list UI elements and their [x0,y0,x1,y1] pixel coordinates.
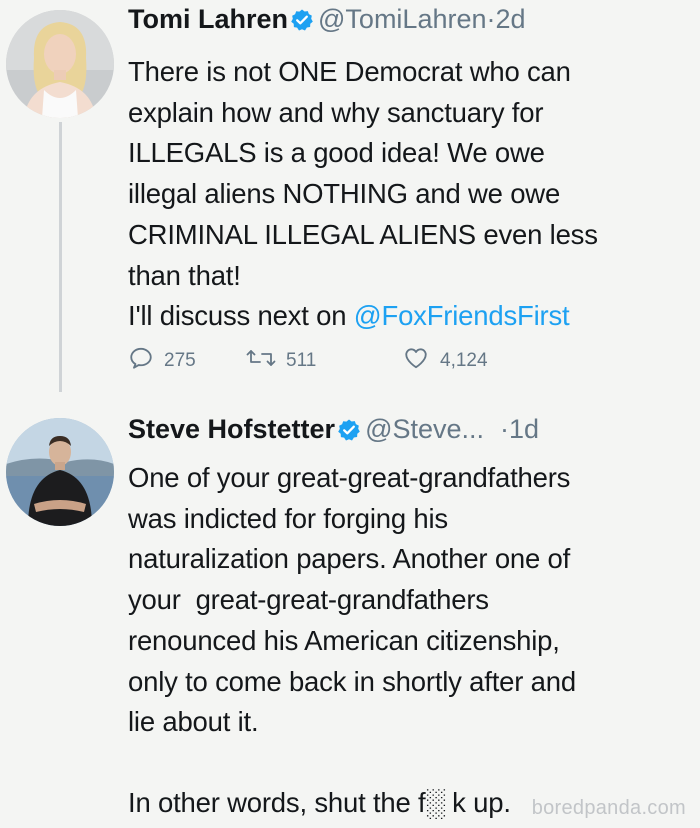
reply-count: 275 [164,350,196,371]
like-count: 4,124 [440,350,488,371]
thread-connector-line [59,122,62,392]
text-line: illegal aliens NOTHING and we owe [128,178,561,210]
time-separator: · [500,414,510,444]
text-line: was indicted for forging his [128,502,448,534]
tweet-1[interactable]: Tomi Lahren @TomiLahren·2d There is not O… [128,2,688,337]
tomi-lahren-avatar[interactable] [6,10,114,118]
tweet-timestamp[interactable]: 1d [509,414,539,444]
text-line: CRIMINAL ILLEGAL ALIENS even less [128,218,598,250]
like-icon [402,345,440,377]
retweet-button[interactable]: 511 [246,345,402,377]
tweet-1-actions: 275 511 4,124 [128,344,488,378]
text-line: naturalization papers. Another one of [128,543,571,575]
time-separator: · [486,4,496,34]
tweet-timestamp[interactable]: 2d [496,4,526,34]
mention-link[interactable]: @FoxFriendsFirst [354,300,570,331]
text-line: than that! [128,259,241,291]
author-handle[interactable]: @TomiLahren [318,4,487,34]
reply-icon [128,345,164,377]
text-line-with-mention: I'll discuss next on @FoxFriendsFirst [128,296,688,337]
retweet-icon [246,345,286,377]
reply-thread: Tomi Lahren @TomiLahren·2d There is not O… [0,0,700,828]
text-line: ILLEGALS is a good idea! We owe [128,137,545,169]
tweet-2-header: Steve Hofstetter @Steve... ·1d [128,412,688,450]
text-line-prefix: I'll discuss next on [128,300,354,332]
steve-hofstetter-avatar[interactable] [6,418,114,526]
text-line: lie about it. [128,706,259,738]
author-name[interactable]: Tomi Lahren [128,4,288,34]
paragraph-spacer [128,743,688,783]
like-button[interactable]: 4,124 [402,345,488,377]
verified-badge-icon [290,6,314,40]
watermark: boredpanda.com [531,797,686,819]
tweet-1-text: There is not ONE Democrat who can explai… [128,52,688,337]
tweet-2-text: One of your great-great-grandfathers was… [128,458,688,824]
reply-button[interactable]: 275 [128,345,246,377]
tweet-2[interactable]: Steve Hofstetter @Steve... ·1d One of your… [128,412,688,824]
text-line: There is not ONE Democrat who can [128,56,571,87]
tweet-1-header: Tomi Lahren @TomiLahren·2d [128,2,688,40]
author-name[interactable]: Steve Hofstetter [128,414,335,444]
text-line: your great-great-grandfathers [128,584,489,616]
text-line: One of your great-great-grandfathers [128,462,571,493]
text-line: renounced his American citizenship, [128,624,560,656]
text-line: explain how and why sanctuary for [128,96,544,128]
text-line: only to come back in shortly after and [128,665,576,697]
author-handle[interactable]: @Steve... [365,414,484,444]
verified-badge-icon [337,416,361,450]
retweet-count: 511 [286,350,317,371]
